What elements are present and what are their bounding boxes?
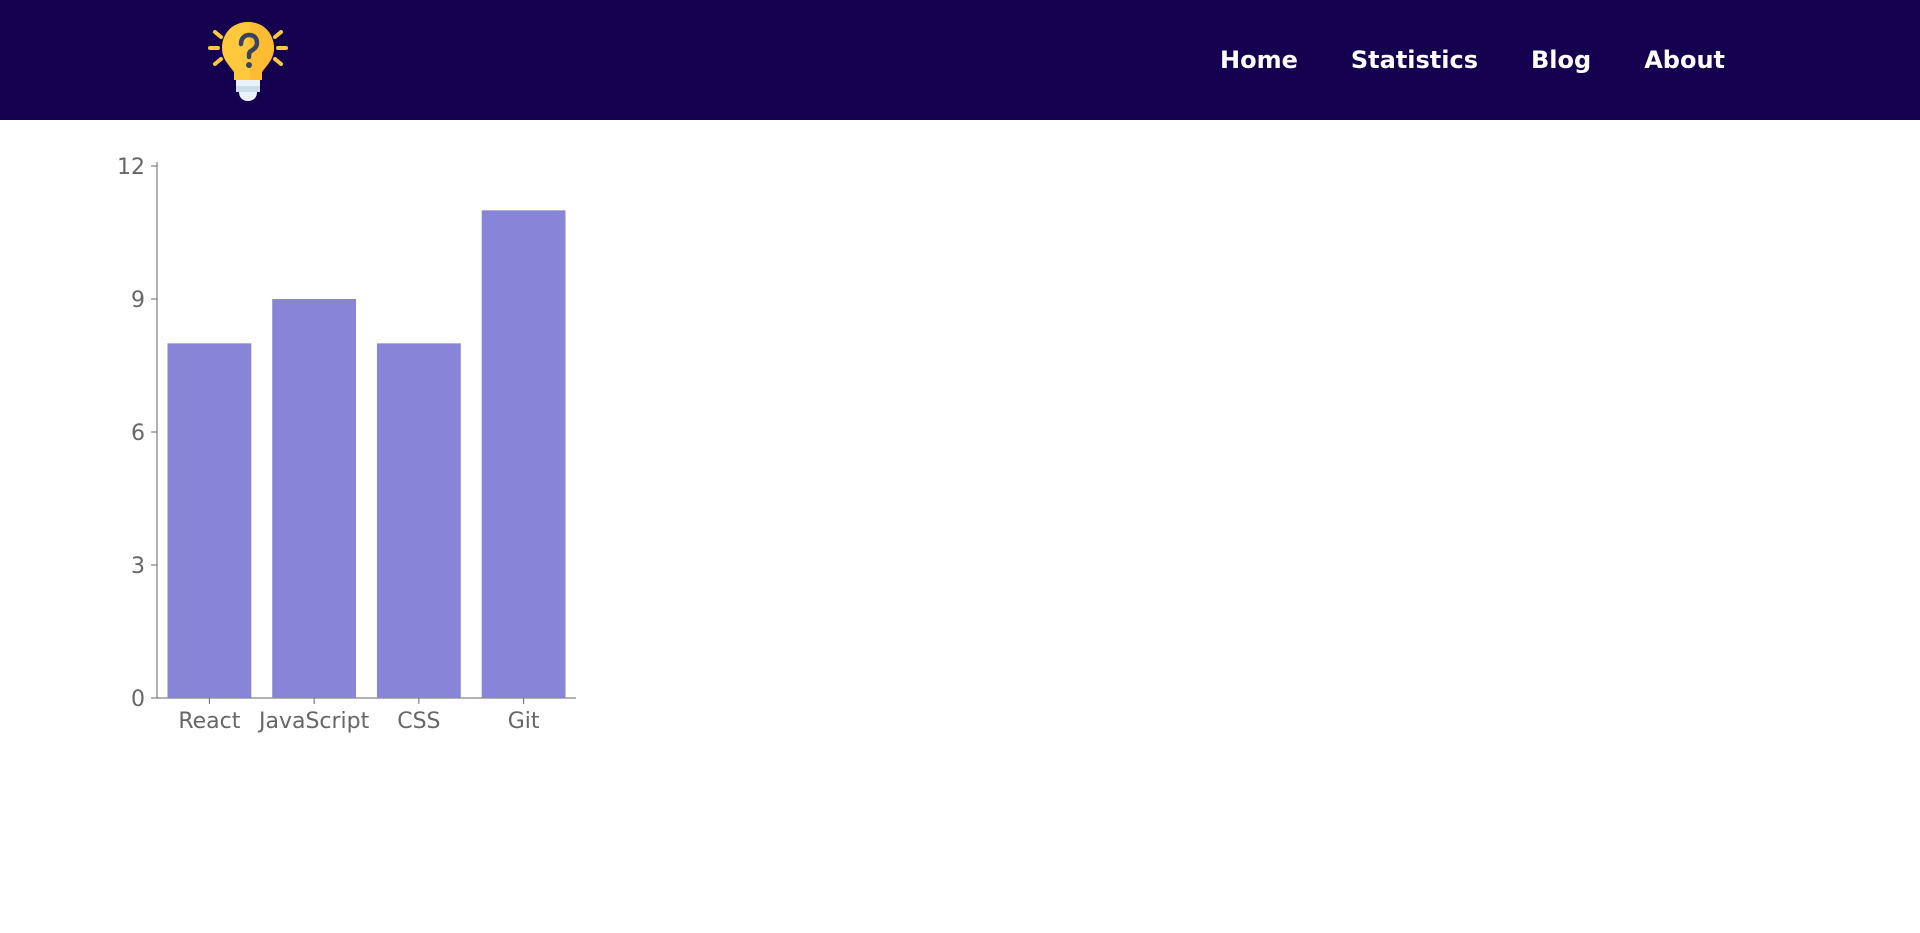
skills-bar-chart: 0 3 6 9 12 React JavaScript CSS Git [117, 155, 576, 734]
nav-link-blog[interactable]: Blog [1531, 46, 1591, 74]
y-tick-label: 12 [117, 155, 145, 180]
x-tick-label: React [178, 709, 240, 734]
nav-link-statistics[interactable]: Statistics [1351, 46, 1478, 74]
y-tick-label: 6 [131, 421, 145, 446]
nav-link-home[interactable]: Home [1220, 46, 1298, 74]
nav-link-about[interactable]: About [1644, 46, 1725, 74]
x-tick-label: JavaScript [257, 709, 370, 734]
y-tick-label: 9 [131, 288, 145, 313]
x-tick-label: Git [508, 709, 540, 734]
navbar: Home Statistics Blog About [0, 0, 1920, 120]
main-nav: Home Statistics Blog About [1220, 0, 1725, 120]
skills-bar-chart-container: 0 3 6 9 12 React JavaScript CSS Git [0, 120, 1920, 928]
lightbulb-question-icon[interactable] [206, 18, 290, 102]
bar-javascript [272, 299, 357, 698]
x-tick-label: CSS [397, 709, 440, 734]
y-tick-label: 3 [131, 554, 145, 579]
bar-react [167, 343, 252, 698]
bar-css [376, 343, 461, 698]
y-tick-label: 0 [131, 687, 145, 712]
bar-git [481, 210, 566, 698]
